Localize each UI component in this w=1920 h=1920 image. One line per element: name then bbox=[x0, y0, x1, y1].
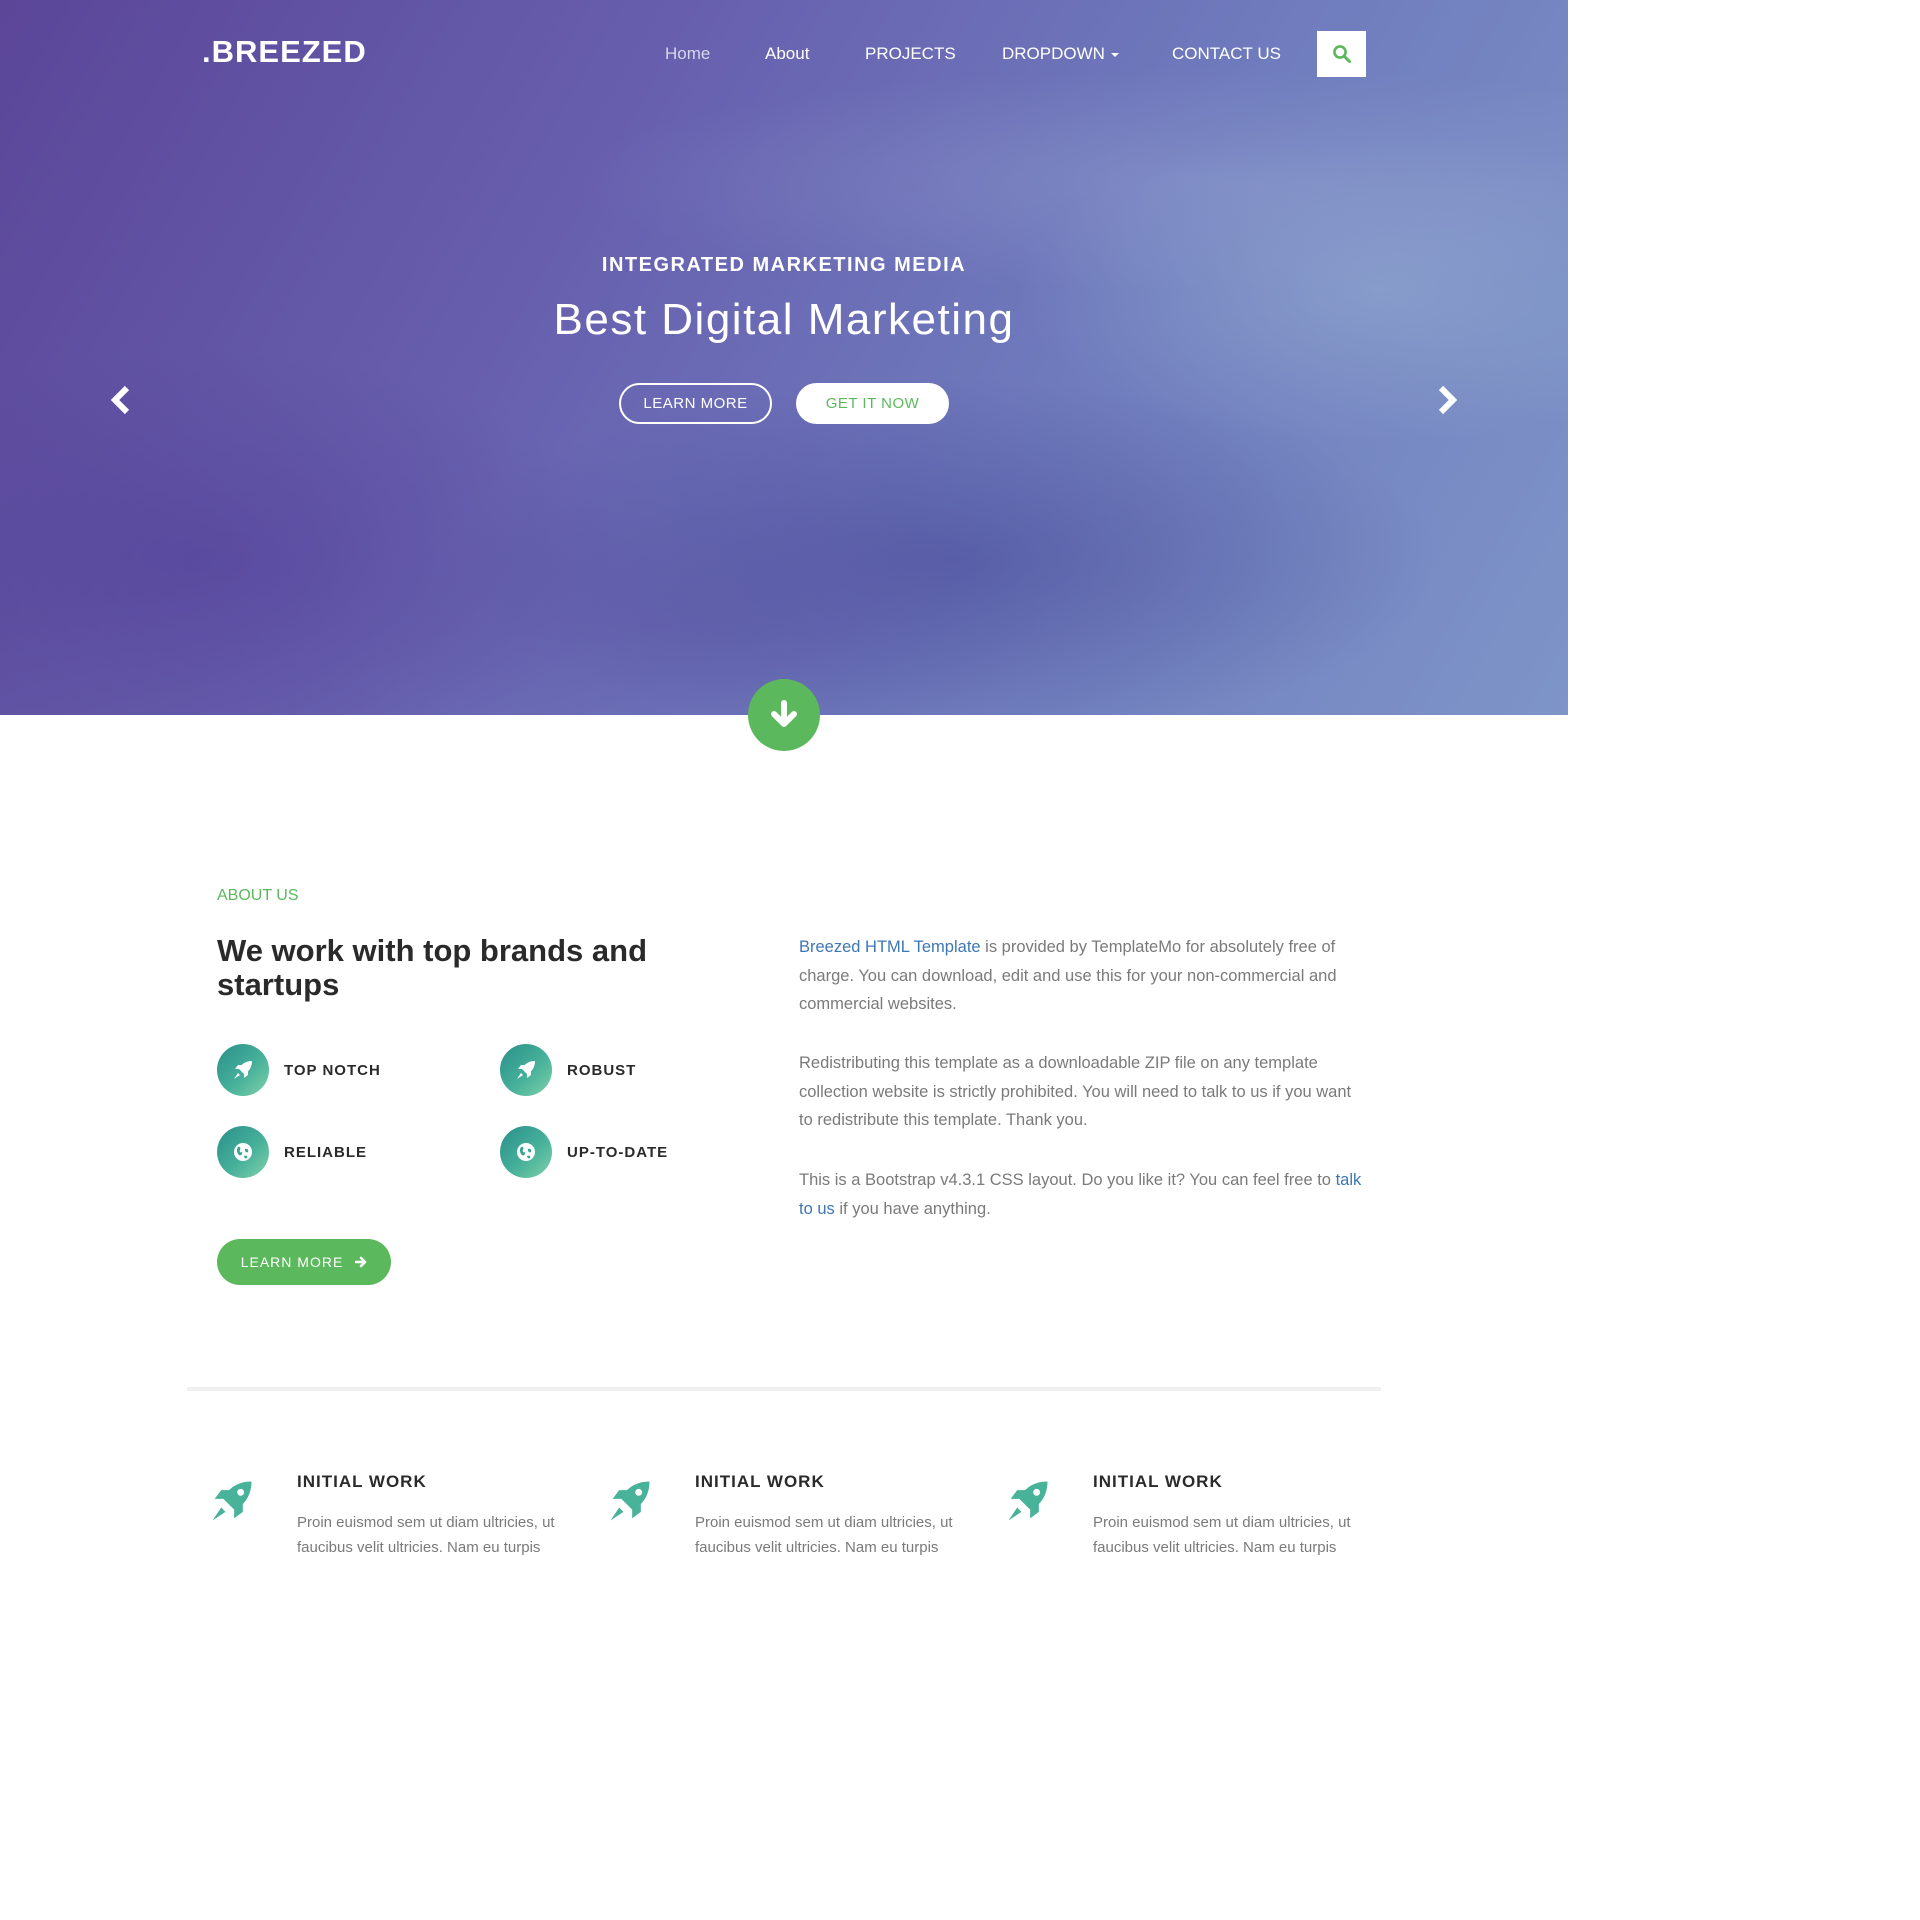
feature-item: RELIABLE bbox=[217, 1126, 367, 1178]
rocket-icon bbox=[1008, 1481, 1048, 1521]
hero-learn-more-button[interactable]: LEARN MORE bbox=[619, 383, 772, 424]
service-text: Proin euismod sem ut diam ultricies, ut … bbox=[1093, 1514, 1351, 1556]
feature-item: TOP NOTCH bbox=[217, 1044, 381, 1096]
service-text: Proin euismod sem ut diam ultricies, ut … bbox=[695, 1514, 953, 1556]
template-link[interactable]: Breezed HTML Template bbox=[799, 938, 981, 956]
nav-projects[interactable]: PROJECTS bbox=[865, 44, 956, 64]
about-paragraph-1: Breezed HTML Template is provided by Tem… bbox=[799, 933, 1364, 1019]
about-learn-more-label: LEARN MORE bbox=[240, 1254, 344, 1270]
feature-item: UP-TO-DATE bbox=[500, 1126, 668, 1178]
service-rocket-icon-3 bbox=[1002, 1475, 1054, 1532]
feature-icon-circle bbox=[217, 1044, 269, 1096]
caret-down-icon bbox=[1110, 52, 1119, 57]
feature-label: TOP NOTCH bbox=[284, 1061, 381, 1079]
feature-icon-circle bbox=[500, 1126, 552, 1178]
hero-title: Best Digital Marketing bbox=[553, 295, 1015, 344]
feature-item: ROBUST bbox=[500, 1044, 636, 1096]
section-divider bbox=[187, 1387, 1381, 1391]
arrow-down-icon bbox=[771, 700, 797, 727]
feature-icon-circle bbox=[217, 1126, 269, 1178]
about-heading: We work with top brands and startups bbox=[217, 933, 648, 1002]
about-paragraph-3-end: if you have anything. bbox=[834, 1199, 991, 1218]
chevron-left-icon bbox=[110, 385, 130, 415]
service-text: Proin euismod sem ut diam ultricies, ut … bbox=[297, 1514, 555, 1556]
rocket-icon bbox=[610, 1481, 650, 1521]
about-paragraph-2: Redistributing this template as a downlo… bbox=[799, 1054, 1352, 1130]
globe-icon bbox=[234, 1143, 252, 1161]
nav-home[interactable]: Home bbox=[665, 44, 710, 64]
nav-about[interactable]: About bbox=[765, 44, 809, 64]
about-learn-more-button[interactable]: LEARN MORE bbox=[217, 1239, 391, 1285]
service-rocket-icon-2 bbox=[604, 1475, 656, 1532]
nav-dropdown[interactable]: DROPDOWN bbox=[1002, 44, 1119, 64]
globe-icon bbox=[517, 1143, 535, 1161]
service-rocket-icon-1 bbox=[206, 1475, 258, 1532]
hero-section: .BREEZED Home About PROJECTS DROPDOWN CO… bbox=[0, 0, 1568, 715]
nav-dropdown-label: DROPDOWN bbox=[1002, 44, 1105, 63]
rocket-icon bbox=[212, 1481, 252, 1521]
carousel-next-button[interactable] bbox=[1434, 384, 1460, 421]
arrow-right-icon bbox=[355, 1256, 367, 1268]
service-title: INITIAL WORK bbox=[695, 1472, 825, 1491]
feature-label: UP-TO-DATE bbox=[567, 1143, 669, 1161]
feature-label: RELIABLE bbox=[284, 1143, 367, 1161]
brand-logo[interactable]: .BREEZED bbox=[202, 34, 367, 70]
service-title: INITIAL WORK bbox=[297, 1472, 427, 1491]
about-paragraph-3-text: This is a Bootstrap v4.3.1 CSS layout. D… bbox=[799, 1171, 1336, 1189]
hero-get-it-now-button[interactable]: GET IT NOW bbox=[796, 383, 949, 424]
feature-icon-circle bbox=[500, 1044, 552, 1096]
feature-label: ROBUST bbox=[567, 1061, 637, 1079]
rocket-icon bbox=[234, 1061, 252, 1079]
carousel-prev-button[interactable] bbox=[108, 384, 134, 421]
nav-contact[interactable]: CONTACT US bbox=[1172, 44, 1281, 64]
scroll-down-button[interactable] bbox=[748, 679, 820, 751]
about-label: ABOUT US bbox=[217, 887, 299, 904]
search-button[interactable] bbox=[1317, 31, 1366, 77]
about-paragraph-3: This is a Bootstrap v4.3.1 CSS layout. D… bbox=[799, 1166, 1364, 1223]
hero-background bbox=[0, 0, 1568, 715]
rocket-icon bbox=[517, 1061, 535, 1079]
service-title: INITIAL WORK bbox=[1093, 1472, 1223, 1491]
search-icon bbox=[1332, 45, 1351, 63]
hero-subtitle: INTEGRATED MARKETING MEDIA bbox=[601, 254, 967, 276]
chevron-right-icon bbox=[1438, 385, 1458, 415]
